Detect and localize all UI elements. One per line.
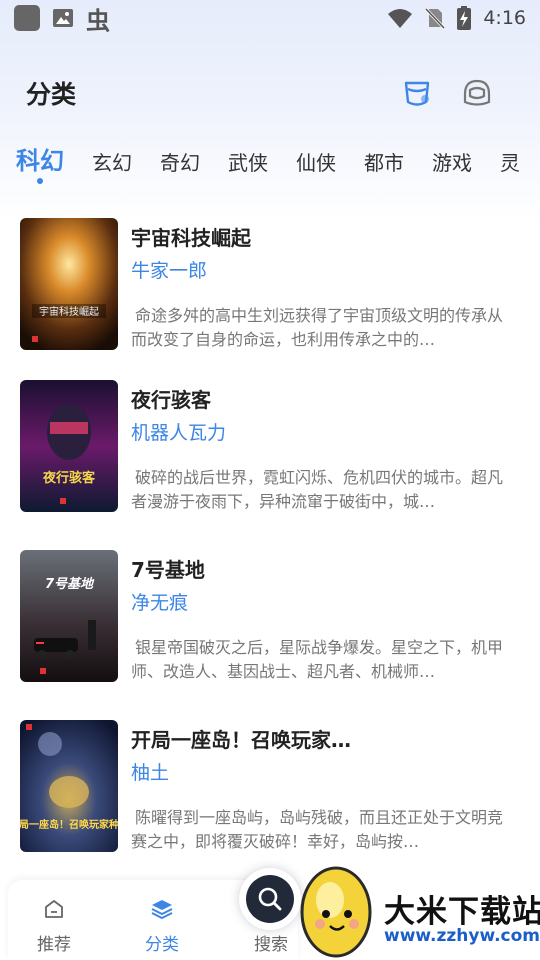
tab-wuxia[interactable]: 武侠 [228, 147, 268, 184]
search-label: 搜索 [254, 935, 288, 955]
status-bar: 虫 4:16 [0, 0, 540, 36]
no-sim-icon [425, 7, 446, 29]
tab-supernatural[interactable]: 灵 [500, 147, 520, 184]
book-title: 宇宙科技崛起 [131, 226, 251, 250]
shirt-icon[interactable] [402, 78, 432, 108]
book-author[interactable]: 牛家一郎 [131, 256, 207, 283]
nav-recommend[interactable]: 推荐 [14, 898, 94, 955]
app-icon [14, 5, 40, 31]
page-title: 分类 [26, 80, 77, 109]
helmet-icon[interactable] [462, 78, 492, 108]
tab-urban[interactable]: 都市 [364, 147, 404, 184]
book-author[interactable]: 柚土 [131, 758, 169, 785]
category-tabs: 科幻 玄幻 奇幻 武侠 仙侠 都市 游戏 灵 [0, 140, 540, 184]
nav-category[interactable]: 分类 [122, 898, 202, 955]
battery-charging-icon [457, 6, 472, 30]
book-cover[interactable]: 7号基地 [20, 550, 118, 682]
watermark-title: 大米下载站 [384, 894, 540, 930]
book-title: 开局一座岛！召唤玩家… [131, 728, 351, 752]
tab-fantasy[interactable]: 奇幻 [160, 147, 200, 184]
book-item[interactable]: 夜行骇客 夜行骇客 机器人瓦力 破碎的战后世界，霓虹闪烁、危机四伏的城市。超凡者… [0, 380, 540, 514]
wifi-icon [388, 9, 413, 28]
book-cover[interactable]: 宇宙科技崛起 [20, 218, 118, 350]
book-title: 夜行骇客 [131, 388, 211, 412]
tab-xianxia[interactable]: 仙侠 [296, 147, 336, 184]
book-item[interactable]: 开局一座岛！召唤玩家种田 开局一座岛！召唤玩家… 柚土 陈曜得到一座岛屿，岛屿残… [0, 720, 540, 854]
cover-title: 7号基地 [45, 576, 95, 592]
search-icon [258, 887, 282, 911]
cover-title: 宇宙科技崛起 [39, 305, 99, 318]
bug-icon: 虫 [86, 6, 110, 35]
search-button[interactable] [239, 868, 301, 930]
page-header: 分类 [0, 70, 540, 116]
book-author[interactable]: 净无痕 [131, 588, 188, 615]
book-cover[interactable]: 开局一座岛！召唤玩家种田 [20, 720, 118, 852]
nav-recommend-label: 推荐 [37, 935, 71, 955]
nav-category-label: 分类 [145, 935, 179, 955]
tab-game[interactable]: 游戏 [432, 147, 472, 184]
layers-icon [151, 900, 173, 920]
book-description: 命途多舛的高中生刘远获得了宇宙顶级文明的传承从而改变了自身的命运，也利用传承之中… [131, 306, 504, 349]
tab-xuanhuan[interactable]: 玄幻 [92, 147, 132, 184]
cover-title: 开局一座岛！召唤玩家种田 [20, 818, 118, 831]
book-cover[interactable]: 夜行骇客 [20, 380, 118, 512]
cover-title: 夜行骇客 [42, 470, 96, 486]
book-description: 破碎的战后世界，霓虹闪烁、危机四伏的城市。超凡者漫游于夜雨下，异种流窜于破街中，… [131, 468, 504, 511]
book-item[interactable]: 宇宙科技崛起 宇宙科技崛起 牛家一郎 命途多舛的高中生刘远获得了宇宙顶级文明的传… [0, 218, 540, 352]
watermark-url: www.zzhyw.com [384, 926, 540, 946]
home-icon [45, 900, 63, 918]
image-icon [53, 9, 73, 27]
book-description: 银星帝国破灭之后，星际战争爆发。星空之下，机甲师、改造人、基因战士、超凡者、机械… [131, 638, 504, 681]
book-title: 7号基地 [131, 558, 205, 582]
book-description: 陈曜得到一座岛屿，岛屿残破，而且还正处于文明竞赛之中，即将覆灭破碎！幸好，岛屿按… [131, 808, 504, 851]
book-item[interactable]: 7号基地 7号基地 净无痕 银星帝国破灭之后，星际战争爆发。星空之下，机甲师、改… [0, 550, 540, 684]
status-time: 4:16 [483, 7, 526, 29]
book-author[interactable]: 机器人瓦力 [131, 418, 226, 445]
tab-scifi[interactable]: 科幻 [16, 141, 64, 184]
